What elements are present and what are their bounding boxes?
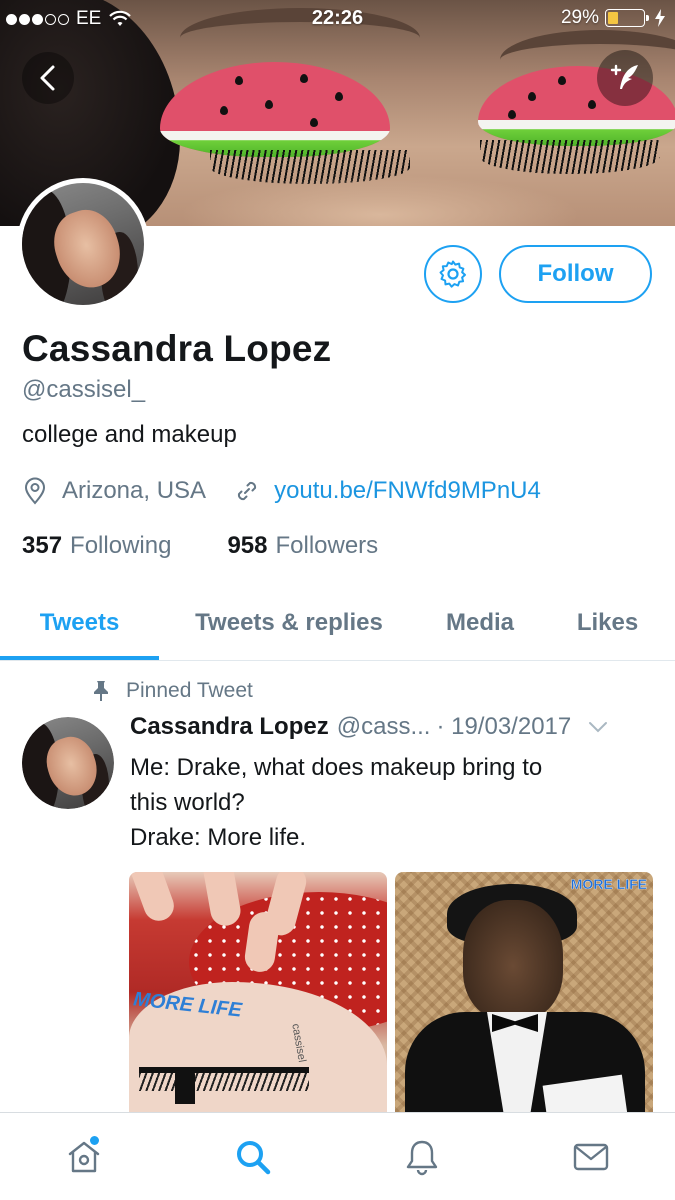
profile-handle: @cassisel_ [22,376,146,403]
media-right-caption: MORE LIFE [570,876,648,892]
tweet-media-image-right[interactable]: MORE LIFE [395,872,653,1112]
following-count-link[interactable]: 357 Following [22,532,171,560]
tab-likes[interactable]: Likes [555,585,660,660]
followers-label: Followers [275,532,379,559]
follow-button[interactable]: Follow [499,245,652,303]
tweet-text-line: Me: Drake, what does makeup bring to [130,754,543,781]
profile-settings-button[interactable] [424,245,482,303]
pinned-tweet-text: Pinned Tweet [126,679,253,702]
tweet-author-name[interactable]: Cassandra Lopez [130,713,329,741]
tweet-author-handle[interactable]: @cass... [337,713,431,741]
battery-percent: 29% [560,7,599,28]
followers-count: 958 [227,532,268,559]
compose-tweet-button[interactable] [597,50,653,106]
profile-meta: Arizona, USA youtu.be/FNWfd9MPnU4 [22,477,541,505]
bell-icon [402,1137,442,1177]
search-icon [233,1137,273,1177]
banner-cheek [180,175,580,226]
profile-website-link[interactable]: youtu.be/FNWfd9MPnU4 [274,477,541,505]
compose-quill-icon [608,61,642,95]
tweet-date[interactable]: · 19/03/2017 [436,713,571,741]
followers-count-link[interactable]: 958 Followers [227,532,378,560]
location-pin-icon [22,477,48,505]
tab-tweets[interactable]: Tweets [0,585,159,660]
profile-tabs: Tweets Tweets & replies Media Likes [0,585,675,661]
charging-icon [655,9,665,27]
tweet-header: Cassandra Lopez @cass... · 19/03/2017 [130,713,660,741]
tweet-author-avatar[interactable] [22,717,114,809]
status-bar: EE 22:26 29% [0,0,675,40]
active-tab-indicator [0,656,159,660]
banner-lashes-right [480,140,660,174]
back-button[interactable] [22,52,74,104]
bottom-tab-bar [0,1112,675,1200]
pinned-tweet-label: Pinned Tweet [92,679,253,703]
link-icon [234,478,260,504]
following-label: Following [70,532,172,559]
profile-location: Arizona, USA [62,477,207,504]
battery-icon [605,9,649,27]
tab-media[interactable]: Media [420,585,540,660]
pin-icon [92,680,110,702]
chevron-left-icon [37,64,59,92]
tab-tweets-and-replies[interactable]: Tweets & replies [165,585,413,660]
profile-counts: 357 Following 958 Followers [22,532,378,560]
tweet-text-line: this world? [130,789,245,816]
profile-name: Cassandra Lopez [22,328,332,369]
chevron-down-icon[interactable] [587,720,609,734]
profile-bio: college and makeup [22,421,237,448]
nav-home[interactable] [44,1122,124,1192]
nav-search[interactable] [213,1122,293,1192]
nav-messages[interactable] [551,1122,631,1192]
tweet-text: Me: Drake, what does makeup bring to thi… [130,750,650,855]
following-count: 357 [22,532,63,559]
nav-notifications[interactable] [382,1122,462,1192]
gear-icon [438,259,468,289]
notification-dot [90,1135,100,1145]
tweet-media-image-left[interactable]: MORE LIFE cassisel [129,872,387,1112]
tweet-text-line: Drake: More life. [130,824,307,851]
profile-avatar[interactable] [17,178,149,310]
mail-icon [571,1137,611,1177]
banner-watermelon-lid-left [160,62,390,157]
